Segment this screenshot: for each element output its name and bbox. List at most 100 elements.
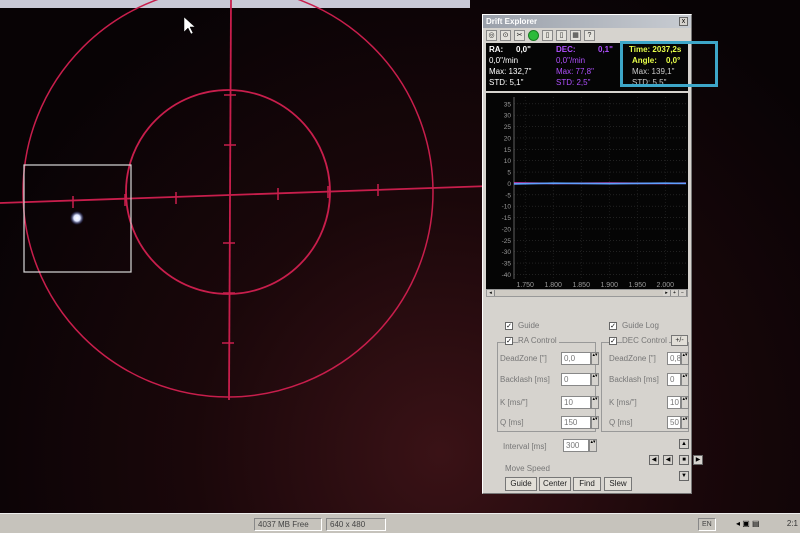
- y-tick-label: 10: [504, 158, 512, 165]
- x-tick-label: 1.800: [544, 282, 562, 289]
- x-tick-label: 2.000: [657, 282, 675, 289]
- y-tick-label: -5: [505, 192, 511, 199]
- zoom-out-icon[interactable]: −: [679, 290, 687, 296]
- dec-deadzone-spinner[interactable]: ▴▾: [681, 352, 689, 365]
- dec-value: 0,1": [598, 45, 613, 54]
- move-speed-label: Move Speed: [505, 464, 550, 473]
- dec-q-spinner[interactable]: ▴▾: [681, 416, 689, 429]
- interval-label: Interval [ms]: [503, 442, 547, 451]
- close-button[interactable]: x: [679, 17, 688, 26]
- ra-control-label: RA Control: [518, 336, 559, 345]
- y-tick-label: -15: [502, 215, 512, 222]
- ra-value: 0,0": [516, 45, 531, 54]
- ra-backlash-label: Backlash [ms]: [500, 375, 550, 384]
- north-arrow-icon[interactable]: ▲: [679, 439, 689, 449]
- ra-q-input[interactable]: 150: [561, 416, 591, 429]
- page2-icon[interactable]: ▯: [556, 30, 567, 41]
- ra-control-checkbox[interactable]: ✓: [505, 337, 513, 345]
- dec-k-input[interactable]: 10: [667, 396, 681, 409]
- target-icon[interactable]: ◎: [486, 30, 497, 41]
- dec-control-label: DEC Control: [622, 336, 669, 345]
- speed-slew-button[interactable]: Slew: [604, 477, 632, 491]
- guide-log-label: Guide Log: [622, 321, 659, 330]
- guide-checkbox-label: Guide: [518, 321, 540, 330]
- ra-k-spinner[interactable]: ▴▾: [591, 396, 599, 409]
- record-icon[interactable]: [528, 30, 539, 41]
- south-arrow-icon[interactable]: ▼: [679, 471, 689, 481]
- speed-guide-button[interactable]: Guide: [505, 477, 537, 491]
- language-indicator[interactable]: EN: [698, 518, 716, 531]
- nudge-left-icon[interactable]: ◀: [649, 455, 659, 465]
- ra-deadzone-label: DeadZone ["]: [500, 354, 547, 363]
- dec-deadzone-input[interactable]: 0,8: [667, 352, 681, 365]
- ra-deadzone-input[interactable]: 0,0: [561, 352, 591, 365]
- ra-backlash-spinner[interactable]: ▴▾: [591, 373, 599, 386]
- dec-swap-button[interactable]: +/-: [671, 335, 688, 346]
- y-tick-label: 20: [504, 135, 512, 142]
- scroll-right-icon[interactable]: ▸: [663, 290, 671, 296]
- tray-icons[interactable]: ◂ ▣ ▤: [736, 519, 760, 528]
- ra-backlash-input[interactable]: 0: [561, 373, 591, 386]
- highlight-annotation-box: [620, 41, 718, 87]
- zoom-in-icon[interactable]: +: [671, 290, 679, 296]
- dec-control-checkbox[interactable]: ✓: [609, 337, 617, 345]
- interval-spinner[interactable]: ▴▾: [589, 439, 597, 452]
- ra-rate: 0,0"/min: [489, 56, 519, 65]
- y-tick-label: -40: [502, 272, 512, 279]
- dec-k-spinner[interactable]: ▴▾: [681, 396, 689, 409]
- drift-plot-svg: 35 30 25 20 15 10 5 0 -5 -10 -15 -20 -25 -30 -35 -40 1.7…: [502, 97, 687, 289]
- reticle-ticks: [72, 94, 379, 344]
- scroll-left-icon[interactable]: ◂: [487, 290, 495, 296]
- ra-deadzone-spinner[interactable]: ▴▾: [591, 352, 599, 365]
- y-tick-label: -20: [502, 226, 512, 233]
- reticle-vertical-line: [228, 0, 232, 401]
- mouse-cursor-icon: [183, 16, 196, 35]
- y-tick-label: 5: [507, 170, 511, 177]
- y-tick-label: 15: [504, 147, 512, 154]
- dec-std: STD: 2,5": [556, 78, 591, 87]
- ra-q-spinner[interactable]: ▴▾: [591, 416, 599, 429]
- x-tick-label: 1.950: [628, 282, 646, 289]
- plot-scrollbar[interactable]: ◂ ▸ + −: [486, 289, 688, 297]
- dec-max: Max: 77,8": [556, 67, 594, 76]
- drift-explorer-titlebar[interactable]: Drift Explorer x: [483, 15, 691, 28]
- stop-square-icon[interactable]: ■: [679, 455, 689, 465]
- map-icon[interactable]: ▦: [570, 30, 581, 41]
- drift-series-line: [513, 182, 687, 185]
- y-tick-label: -35: [502, 261, 512, 268]
- drift-explorer-window[interactable]: Drift Explorer x ◎ ⊙ ✂ ▯ ▯ ▦ ? RA: 0,0" …: [482, 14, 718, 494]
- east-left-arrow-icon[interactable]: ◀: [663, 455, 673, 465]
- dec-backlash-spinner[interactable]: ▴▾: [681, 373, 689, 386]
- guide-star: [70, 211, 84, 225]
- dec-q-input[interactable]: 50: [667, 416, 681, 429]
- help-icon[interactable]: ?: [584, 30, 595, 41]
- west-right-arrow-icon[interactable]: ▶: [693, 455, 703, 465]
- resolution-indicator: 640 x 480: [326, 518, 386, 531]
- guide-log-checkbox[interactable]: ✓: [609, 322, 617, 330]
- ra-k-input[interactable]: 10: [561, 396, 591, 409]
- drift-plot[interactable]: 35 30 25 20 15 10 5 0 -5 -10 -15 -20 -25 -30 -35 -40 1.7…: [486, 93, 688, 289]
- tray-clock: 2:1: [786, 519, 798, 528]
- free-space-indicator: 4037 MB Free: [254, 518, 322, 531]
- ra-label: RA:: [489, 45, 504, 54]
- x-tick-label: 1.850: [572, 282, 590, 289]
- y-tick-label: -30: [502, 249, 512, 256]
- dec-backlash-label: Backlash [ms]: [609, 375, 659, 384]
- dec-label: DEC:: [556, 45, 576, 54]
- dec-q-label: Q [ms]: [609, 418, 633, 427]
- tools-icon[interactable]: ✂: [514, 30, 525, 41]
- y-tick-label: 25: [504, 124, 512, 131]
- speed-find-button[interactable]: Find: [573, 477, 601, 491]
- target2-icon[interactable]: ⊙: [500, 30, 511, 41]
- page-icon[interactable]: ▯: [542, 30, 553, 41]
- drift-statistics: RA: 0,0" 0,0"/min Max: 132,7" STD: 5,1" …: [486, 41, 718, 91]
- drift-explorer-title: Drift Explorer: [486, 17, 538, 26]
- dec-rate: 0,0"/min: [556, 56, 586, 65]
- ra-max: Max: 132,7": [489, 67, 532, 76]
- y-tick-label: 0: [507, 181, 511, 188]
- dec-backlash-input[interactable]: 0: [667, 373, 681, 386]
- guide-checkbox[interactable]: ✓: [505, 322, 513, 330]
- interval-input[interactable]: 300: [563, 439, 589, 452]
- speed-center-button[interactable]: Center: [539, 477, 571, 491]
- ra-q-label: Q [ms]: [500, 418, 524, 427]
